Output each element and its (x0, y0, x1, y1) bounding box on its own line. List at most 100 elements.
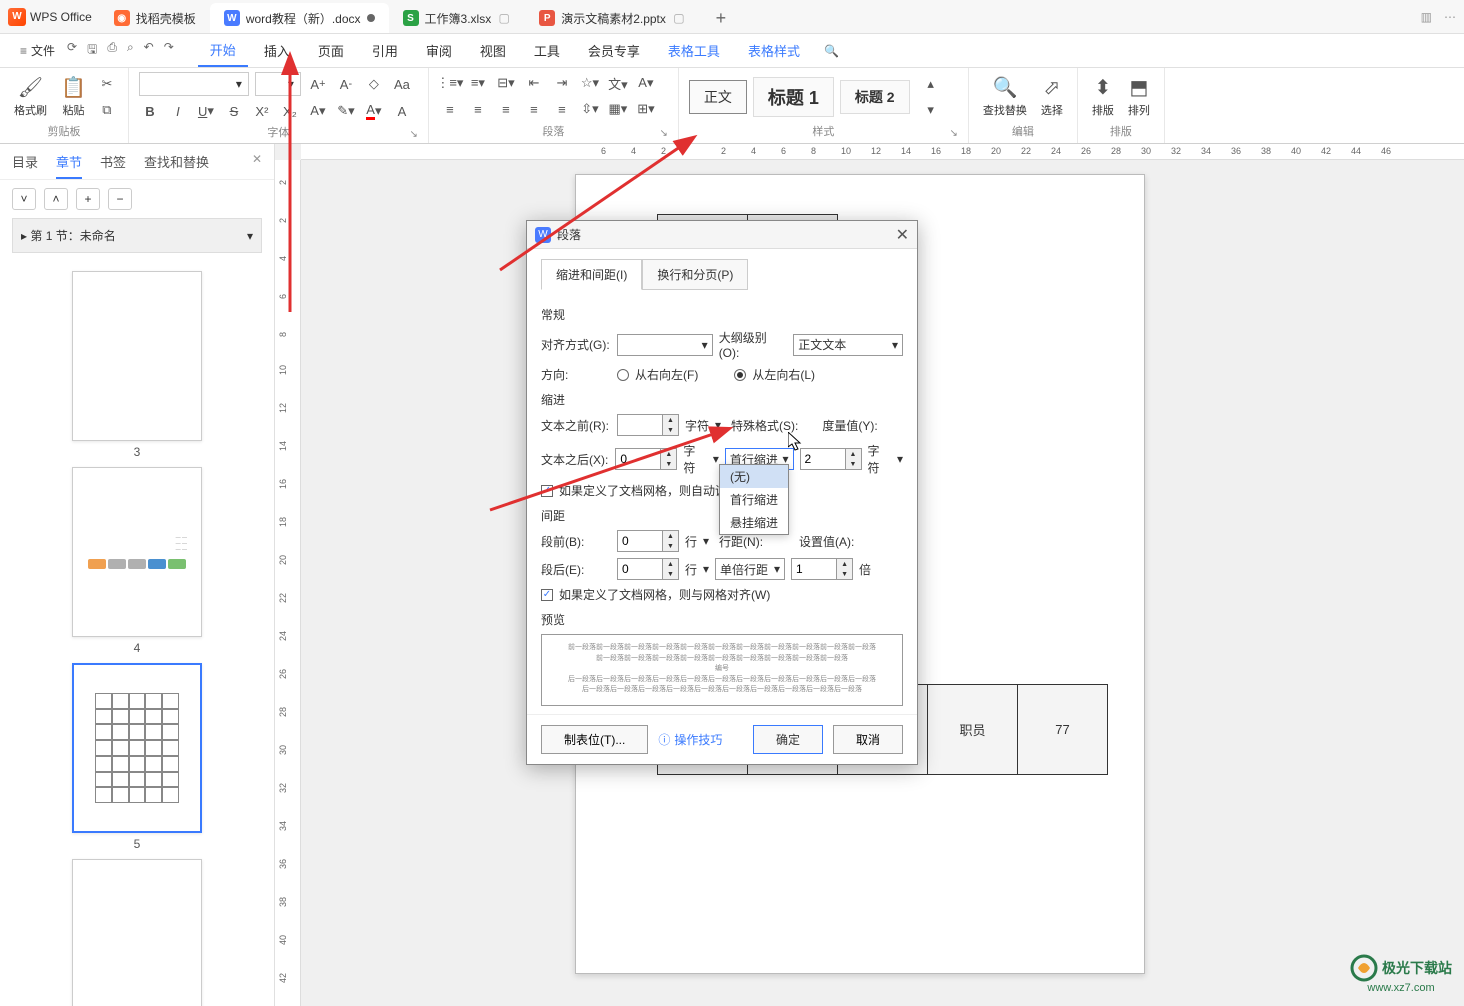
align-left-button[interactable]: ≡ (439, 98, 461, 120)
more-icon[interactable]: ⋯ (1444, 10, 1456, 24)
style-heading1[interactable]: 标题 1 (753, 77, 834, 117)
tabs-button[interactable]: 制表位(T)... (541, 725, 648, 754)
refresh-icon[interactable]: ⟳ (67, 40, 77, 61)
close-icon[interactable]: ✕ (252, 152, 262, 179)
format-painter-button[interactable]: 🖌 格式刷 (10, 73, 51, 120)
expand-button[interactable]: ˄ (44, 188, 68, 210)
table-cell[interactable]: 职员 (928, 685, 1018, 775)
indent-before-spinner[interactable]: ▲▼ (617, 414, 679, 436)
change-case-button[interactable]: Aa (391, 73, 413, 95)
menu-reference[interactable]: 引用 (360, 35, 410, 66)
arrange-button[interactable]: ⬒ 排列 (1124, 73, 1154, 120)
font-color-button[interactable]: A▾ (363, 100, 385, 122)
increase-font-button[interactable]: A+ (307, 73, 329, 95)
copy-button[interactable]: ⧉ (96, 99, 118, 121)
menu-member[interactable]: 会员专享 (576, 35, 652, 66)
number-list-button[interactable]: ≡▾ (467, 72, 489, 94)
tab-template-store[interactable]: ◉ 找稻壳模板 (100, 3, 210, 33)
increase-indent-button[interactable]: ⇥ (551, 72, 573, 94)
find-replace-button[interactable]: 🔍 查找替换 (979, 73, 1031, 120)
menu-table-style[interactable]: 表格样式 (736, 35, 812, 66)
page-thumbnail[interactable]: — —— —— — (72, 467, 202, 637)
tab-word-doc[interactable]: W word教程（新）.docx (210, 3, 389, 33)
menu-page[interactable]: 页面 (306, 35, 356, 66)
paste-button[interactable]: 📋 粘贴 (57, 73, 90, 120)
style-more-button[interactable]: ▾ (920, 99, 942, 121)
decrease-font-button[interactable]: A- (335, 73, 357, 95)
superscript-button[interactable]: X² (251, 100, 273, 122)
sidebar-tab-toc[interactable]: 目录 (12, 152, 38, 179)
styles-launcher[interactable]: ↘ (950, 128, 958, 139)
indent-after-spinner[interactable]: ▲▼ (615, 448, 677, 470)
grid-align-checkbox[interactable]: ✓ (541, 589, 553, 601)
table-cell[interactable]: 77 (1018, 685, 1108, 775)
menu-tools[interactable]: 工具 (522, 35, 572, 66)
redo-icon[interactable]: ↷ (164, 40, 174, 61)
font-launcher[interactable]: ↘ (410, 129, 418, 140)
tab-ppt-doc[interactable]: P 演示文稿素材2.pptx ▢ (525, 3, 700, 33)
tab-line-page-breaks[interactable]: 换行和分页(P) (642, 259, 748, 290)
set-value-spinner[interactable]: ▲▼ (791, 558, 853, 580)
vertical-text-button[interactable]: ⬍ 排版 (1088, 73, 1118, 120)
menu-table-tools[interactable]: 表格工具 (656, 35, 732, 66)
tab-indent-spacing[interactable]: 缩进和间距(I) (541, 259, 642, 290)
dropdown-option-firstline[interactable]: 首行缩进 (720, 488, 788, 511)
close-button[interactable]: ✕ (896, 225, 909, 245)
style-up-button[interactable]: ▴ (920, 73, 942, 95)
outline-select[interactable]: 正文文本▾ (793, 334, 903, 356)
select-button[interactable]: ⬀ 选择 (1037, 73, 1067, 120)
font-size-select[interactable]: ▾ (255, 72, 301, 96)
menu-review[interactable]: 审阅 (414, 35, 464, 66)
sidebar-tab-find[interactable]: 查找和替换 (144, 152, 209, 179)
border-button[interactable]: A▾ (635, 72, 657, 94)
close-icon[interactable]: ▢ (672, 11, 686, 25)
bold-button[interactable]: B (139, 100, 161, 122)
add-button[interactable]: + (76, 188, 100, 210)
shading-button[interactable]: ▦▾ (607, 98, 629, 120)
align-right-button[interactable]: ≡ (495, 98, 517, 120)
ltr-radio[interactable] (734, 369, 746, 381)
menu-home[interactable]: 开始 (198, 34, 248, 67)
page-thumbnail[interactable] (72, 271, 202, 441)
tab-excel-doc[interactable]: S 工作簿3.xlsx ▢ (389, 3, 526, 33)
borders-button[interactable]: ⊞▾ (635, 98, 657, 120)
spacing-before-spinner[interactable]: ▲▼ (617, 530, 679, 552)
line-spacing-select[interactable]: 单倍行距▾ (715, 558, 785, 580)
line-spacing-button[interactable]: ⇳▾ (579, 98, 601, 120)
page-thumbnail[interactable] (72, 663, 202, 833)
align-center-button[interactable]: ≡ (467, 98, 489, 120)
save-icon[interactable]: 🖫 (87, 40, 97, 61)
decrease-indent-button[interactable]: ⇤ (523, 72, 545, 94)
highlight-button[interactable]: ✎▾ (335, 100, 357, 122)
dropdown-option-none[interactable]: (无) (720, 465, 788, 488)
tips-link[interactable]: ⓘ操作技巧 (658, 731, 722, 748)
grid-auto-adjust-checkbox[interactable]: ✓ (541, 485, 553, 497)
paragraph-launcher[interactable]: ↘ (660, 128, 668, 139)
preview-icon[interactable]: ⌕ (127, 40, 134, 61)
cut-button[interactable]: ✂ (96, 73, 118, 95)
style-heading2[interactable]: 标题 2 (840, 80, 910, 114)
font-family-select[interactable]: ▾ (139, 72, 249, 96)
dialog-titlebar[interactable]: W 段落 ✕ (527, 221, 917, 249)
collapse-button[interactable]: ˅ (12, 188, 36, 210)
underline-button[interactable]: U▾ (195, 100, 217, 122)
strikethrough-button[interactable]: S (223, 100, 245, 122)
sidebar-tab-bookmarks[interactable]: 书签 (100, 152, 126, 179)
dropdown-option-hanging[interactable]: 悬挂缩进 (720, 511, 788, 534)
text-effect-button[interactable]: A▾ (307, 100, 329, 122)
horizontal-ruler[interactable]: 6422468101214161820222426283032343638404… (301, 144, 1464, 160)
vertical-ruler[interactable]: 2246810121416182022242628303234363840424… (275, 160, 301, 1006)
cancel-button[interactable]: 取消 (833, 725, 903, 754)
page-thumbnail[interactable] (72, 859, 202, 1006)
new-tab-button[interactable]: + (706, 3, 736, 33)
italic-button[interactable]: I (167, 100, 189, 122)
subscript-button[interactable]: X₂ (279, 100, 301, 122)
file-menu[interactable]: ≡ 文件 (12, 38, 63, 63)
text-box-button[interactable]: A (391, 100, 413, 122)
ok-button[interactable]: 确定 (753, 725, 823, 754)
rtl-radio[interactable] (617, 369, 629, 381)
clear-format-button[interactable]: ◇ (363, 73, 385, 95)
style-normal[interactable]: 正文 (689, 80, 747, 114)
justify-button[interactable]: ≡ (523, 98, 545, 120)
sidebar-tab-sections[interactable]: 章节 (56, 152, 82, 179)
